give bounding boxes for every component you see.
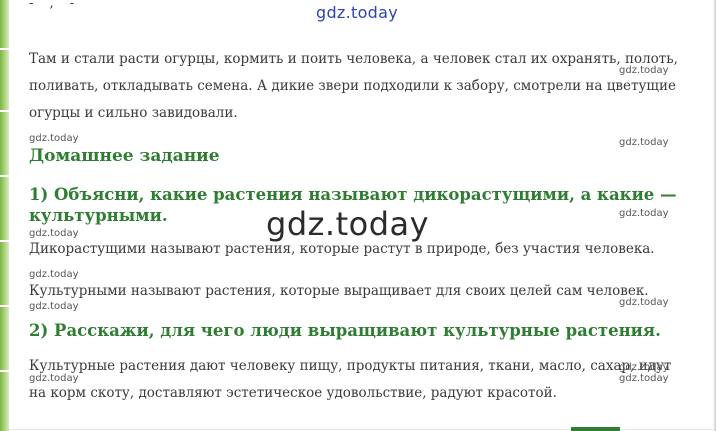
bottom-accent-bar bbox=[571, 427, 620, 431]
watermark-small: gdz.today bbox=[619, 297, 669, 308]
answer-2-paragraph: Культурные растения дают человеку пищу, … bbox=[29, 358, 672, 401]
watermark-small: gdz.today bbox=[29, 133, 79, 144]
intro-paragraph: Там и стали расти огурцы, кормить и поит… bbox=[29, 51, 678, 121]
content-card: - , - gdz.today Там и стали расти огурцы… bbox=[9, 0, 713, 431]
answer-1-paragraph-b: Культурными называют растения, которые в… bbox=[29, 283, 649, 299]
homework-heading: Домашнее задание bbox=[29, 146, 220, 166]
watermark-small: gdz.today bbox=[619, 137, 669, 148]
watermark-small: gdz.today bbox=[619, 65, 669, 76]
watermark-small: gdz.today bbox=[619, 373, 669, 384]
watermark-top: gdz.today bbox=[316, 3, 398, 22]
cut-off-text-line: - , - bbox=[29, 0, 81, 11]
watermark-small: gdz.today bbox=[29, 373, 79, 384]
watermark-small: gdz.today bbox=[619, 362, 669, 373]
watermark-small: gdz.today bbox=[29, 301, 79, 312]
question-2-heading: 2) Расскажи, для чего люди выращивают ку… bbox=[29, 321, 661, 340]
answer-1-paragraph-a: Дикорастущими называют растения, которые… bbox=[29, 241, 655, 257]
watermark-small: gdz.today bbox=[619, 208, 669, 219]
left-decorative-strip bbox=[0, 0, 9, 431]
